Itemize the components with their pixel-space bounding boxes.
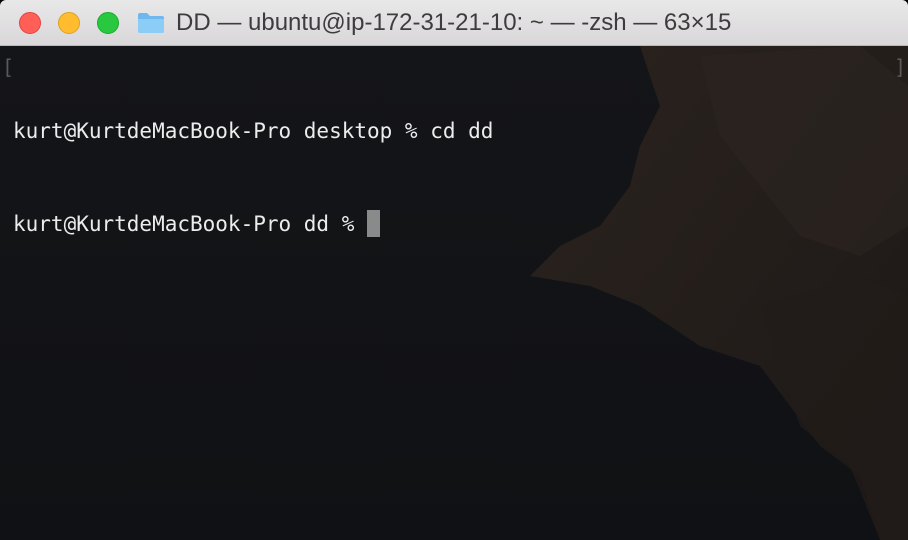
- zoom-button[interactable]: [97, 12, 119, 34]
- prompt-text: kurt@KurtdeMacBook-Pro dd %: [13, 212, 368, 236]
- folder-icon: [136, 11, 166, 35]
- window-title: DD — ubuntu@ip-172-31-21-10: ~ — -zsh — …: [176, 9, 732, 36]
- terminal-prompt-line[interactable]: kurt@KurtdeMacBook-Pro dd %: [13, 209, 493, 240]
- title-bar[interactable]: DD — ubuntu@ip-172-31-21-10: ~ — -zsh — …: [0, 0, 908, 46]
- terminal-line: kurt@KurtdeMacBook-Pro desktop % cd dd: [13, 119, 494, 143]
- terminal-content[interactable]: [ ] kurt@KurtdeMacBook-Pro desktop % cd …: [0, 46, 908, 540]
- close-button[interactable]: [19, 12, 41, 34]
- text-cursor: [367, 209, 381, 237]
- line-marker-right: ]: [894, 55, 907, 79]
- terminal-output[interactable]: kurt@KurtdeMacBook-Pro desktop % cd dd k…: [13, 54, 493, 302]
- window-title-area: DD — ubuntu@ip-172-31-21-10: ~ — -zsh — …: [136, 0, 731, 46]
- minimize-button[interactable]: [58, 12, 80, 34]
- terminal-window: DD — ubuntu@ip-172-31-21-10: ~ — -zsh — …: [0, 0, 908, 540]
